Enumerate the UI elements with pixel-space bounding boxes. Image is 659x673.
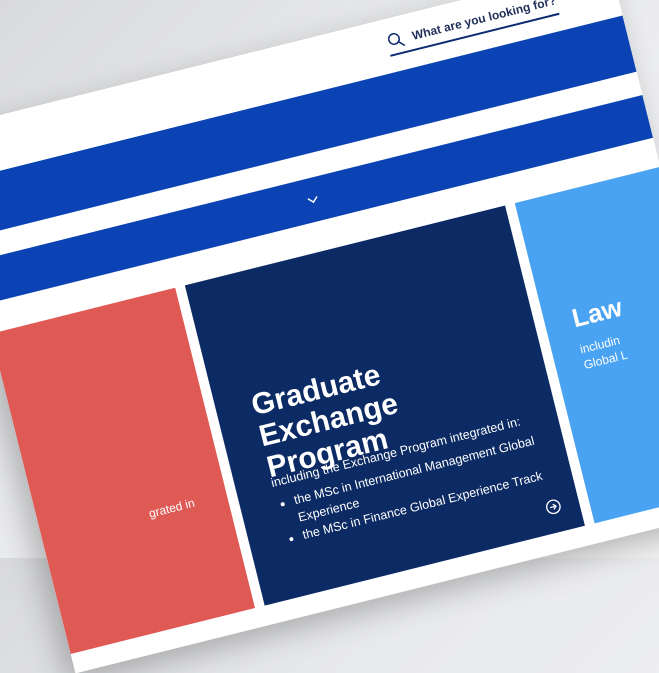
chevron-down-icon[interactable]: [304, 191, 321, 208]
search-icon: [387, 32, 406, 47]
program-card-graduate-exchange[interactable]: Graduate Exchange Program including the …: [184, 205, 585, 606]
webpage: What are you looking for? grated in Grad…: [0, 0, 659, 673]
program-card-left-text: grated in: [147, 495, 197, 521]
arrow-right-circle-icon[interactable]: [544, 497, 563, 516]
program-title-law: Law: [568, 291, 626, 334]
